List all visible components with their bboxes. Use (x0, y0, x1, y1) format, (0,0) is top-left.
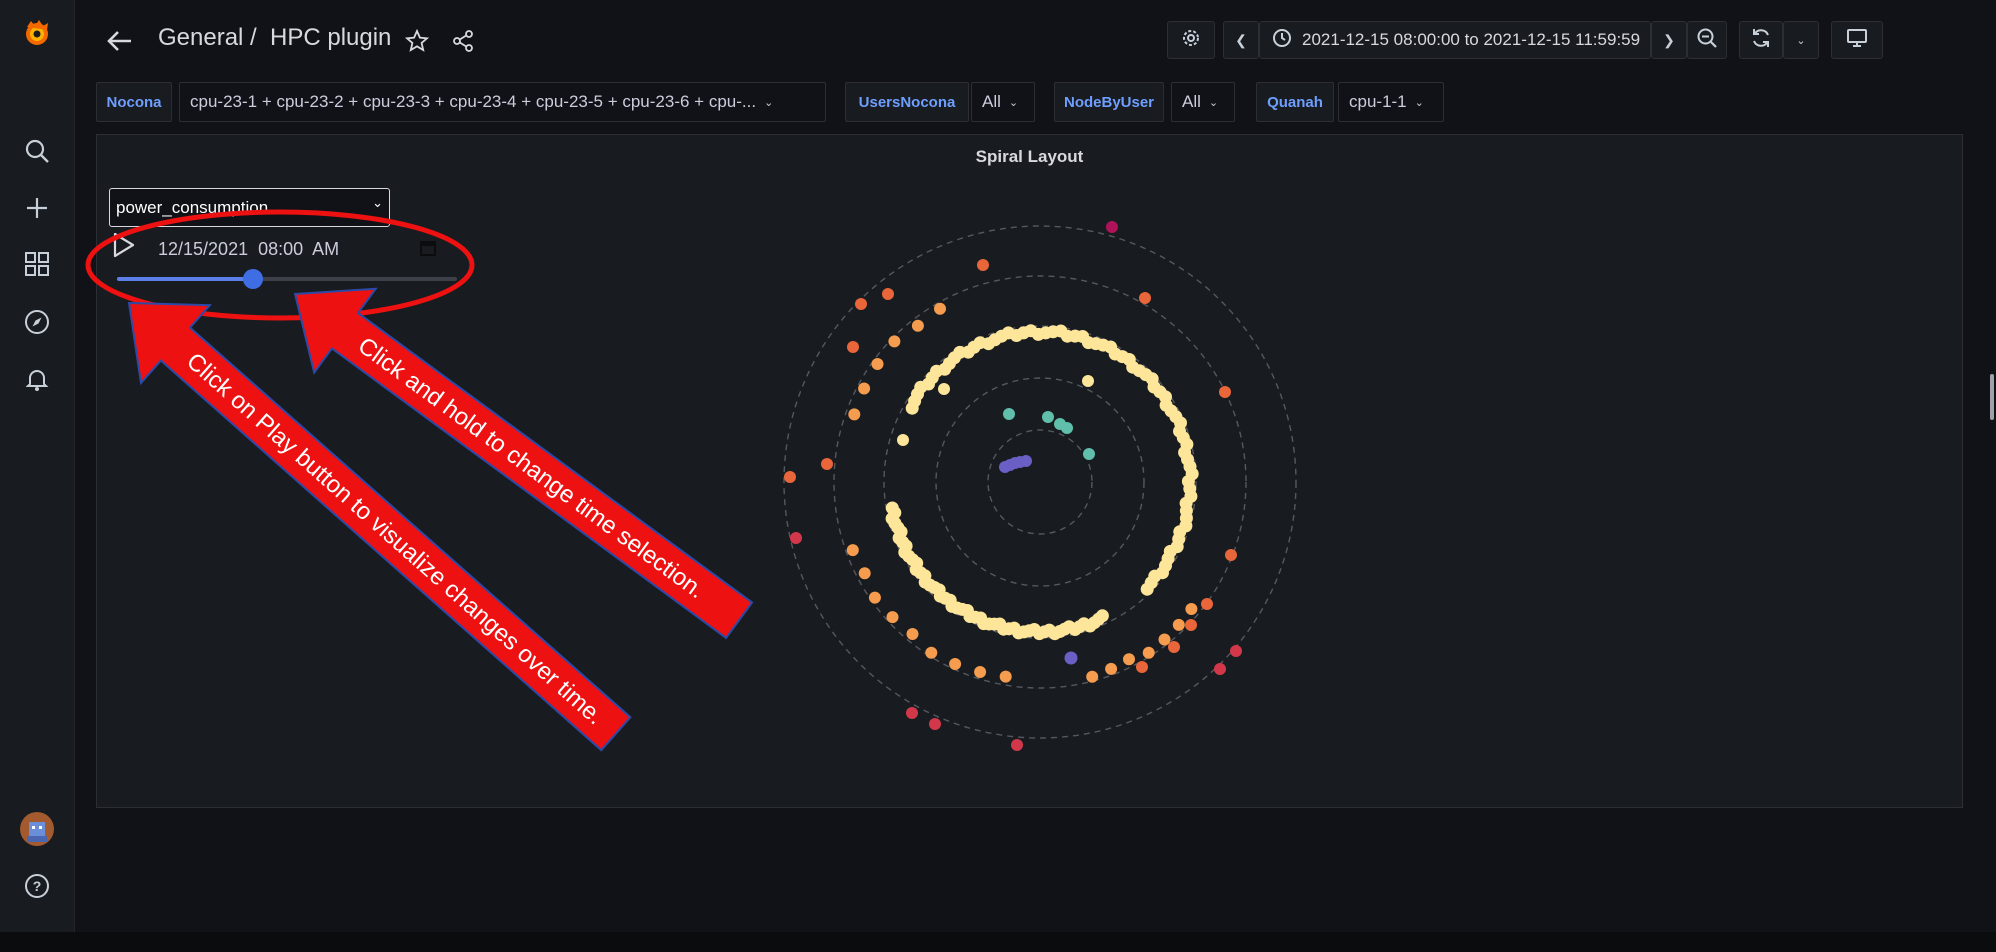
chevron-down-icon: ⌄ (764, 96, 774, 109)
time-shift-forward-button[interactable]: ❯ (1651, 21, 1687, 59)
zoom-out-button[interactable] (1687, 21, 1727, 59)
user-avatar[interactable] (19, 811, 55, 847)
play-icon (110, 232, 138, 264)
chevron-left-icon: ❮ (1235, 31, 1247, 48)
bell-icon[interactable] (19, 361, 55, 397)
variable-label-usersnocona: UsersNocona (845, 82, 969, 122)
window-bottom-edge (0, 932, 1996, 952)
clock-icon (1272, 28, 1292, 53)
share-icon[interactable] (451, 29, 475, 58)
datetime-value: 12/15/2021 08:00 AM (158, 238, 340, 259)
compass-icon[interactable] (19, 304, 55, 340)
variable-value: cpu-1-1 (1349, 92, 1407, 111)
chevron-down-icon: ⌄ (1208, 96, 1219, 109)
variable-select-nocona[interactable]: cpu-23-1 + cpu-23-2 + cpu-23-3 + cpu-23-… (179, 82, 826, 122)
side-menu: ? (0, 0, 75, 932)
variable-select-quanah[interactable]: cpu-1-1 ⌄ (1338, 82, 1444, 122)
panel-title[interactable]: Spiral Layout (97, 147, 1962, 167)
chevron-down-icon: ⌄ (1008, 96, 1019, 109)
plus-icon[interactable] (19, 190, 55, 226)
svg-text:?: ? (33, 878, 42, 894)
refresh-interval-picker[interactable]: ⌄ (1783, 21, 1819, 59)
time-slider[interactable] (117, 269, 457, 289)
variable-label-quanah: Quanah (1256, 82, 1334, 122)
breadcrumb-separator: / (250, 24, 257, 51)
datetime-input[interactable]: 12/15/2021 08:00 AM (144, 230, 449, 268)
gear-icon (1180, 27, 1202, 54)
star-icon[interactable] (404, 28, 430, 58)
refresh-button[interactable] (1739, 21, 1783, 59)
monitor-icon (1846, 27, 1868, 54)
time-range-text: 2021-12-15 08:00:00 to 2021-12-15 11:59:… (1302, 30, 1641, 49)
grafana-logo-icon[interactable] (19, 15, 55, 51)
tv-mode-button[interactable] (1831, 21, 1883, 59)
chevron-down-icon: ⌄ (1414, 96, 1424, 109)
metric-select[interactable]: power_consumption ⌄ (109, 188, 390, 227)
time-slider-handle[interactable] (243, 269, 263, 289)
arrow-left-icon[interactable] (105, 26, 135, 56)
scrollbar-thumb[interactable] (1990, 374, 1994, 420)
chevron-down-icon: ⌄ (1796, 34, 1806, 47)
dashboards-grid-icon[interactable] (19, 246, 55, 282)
time-shift-back-button[interactable]: ❮ (1223, 21, 1259, 59)
search-icon[interactable] (19, 133, 55, 169)
page-title: HPC plugin (270, 24, 392, 51)
help-icon[interactable]: ? (19, 868, 55, 904)
settings-button[interactable] (1167, 21, 1215, 59)
variable-label-nocona: Nocona (96, 82, 172, 122)
variable-select-nodebyuser[interactable]: All ⌄ (1171, 82, 1235, 122)
metric-select-value: power_consumption (116, 197, 269, 217)
variable-value: All (1182, 92, 1201, 111)
play-button[interactable] (110, 230, 138, 260)
variable-value: All (982, 92, 1001, 111)
breadcrumb-folder[interactable]: General (158, 24, 243, 52)
chevron-down-icon: ⌄ (372, 195, 383, 210)
chevron-right-icon: ❯ (1663, 31, 1675, 48)
dashboard-navbar: General / HPC plugin ❮ 2021-12-15 08:00:… (75, 0, 1996, 80)
time-range-picker[interactable]: 2021-12-15 08:00:00 to 2021-12-15 11:59:… (1259, 21, 1663, 59)
variable-value: cpu-23-1 + cpu-23-2 + cpu-23-3 + cpu-23-… (190, 92, 757, 111)
variable-label-nodebyuser: NodeByUser (1054, 82, 1164, 122)
refresh-icon (1750, 27, 1772, 54)
calendar-icon[interactable] (419, 239, 437, 262)
variable-select-usersnocona[interactable]: All ⌄ (971, 82, 1035, 122)
time-slider-fill (117, 277, 253, 281)
zoom-out-icon (1696, 27, 1718, 54)
